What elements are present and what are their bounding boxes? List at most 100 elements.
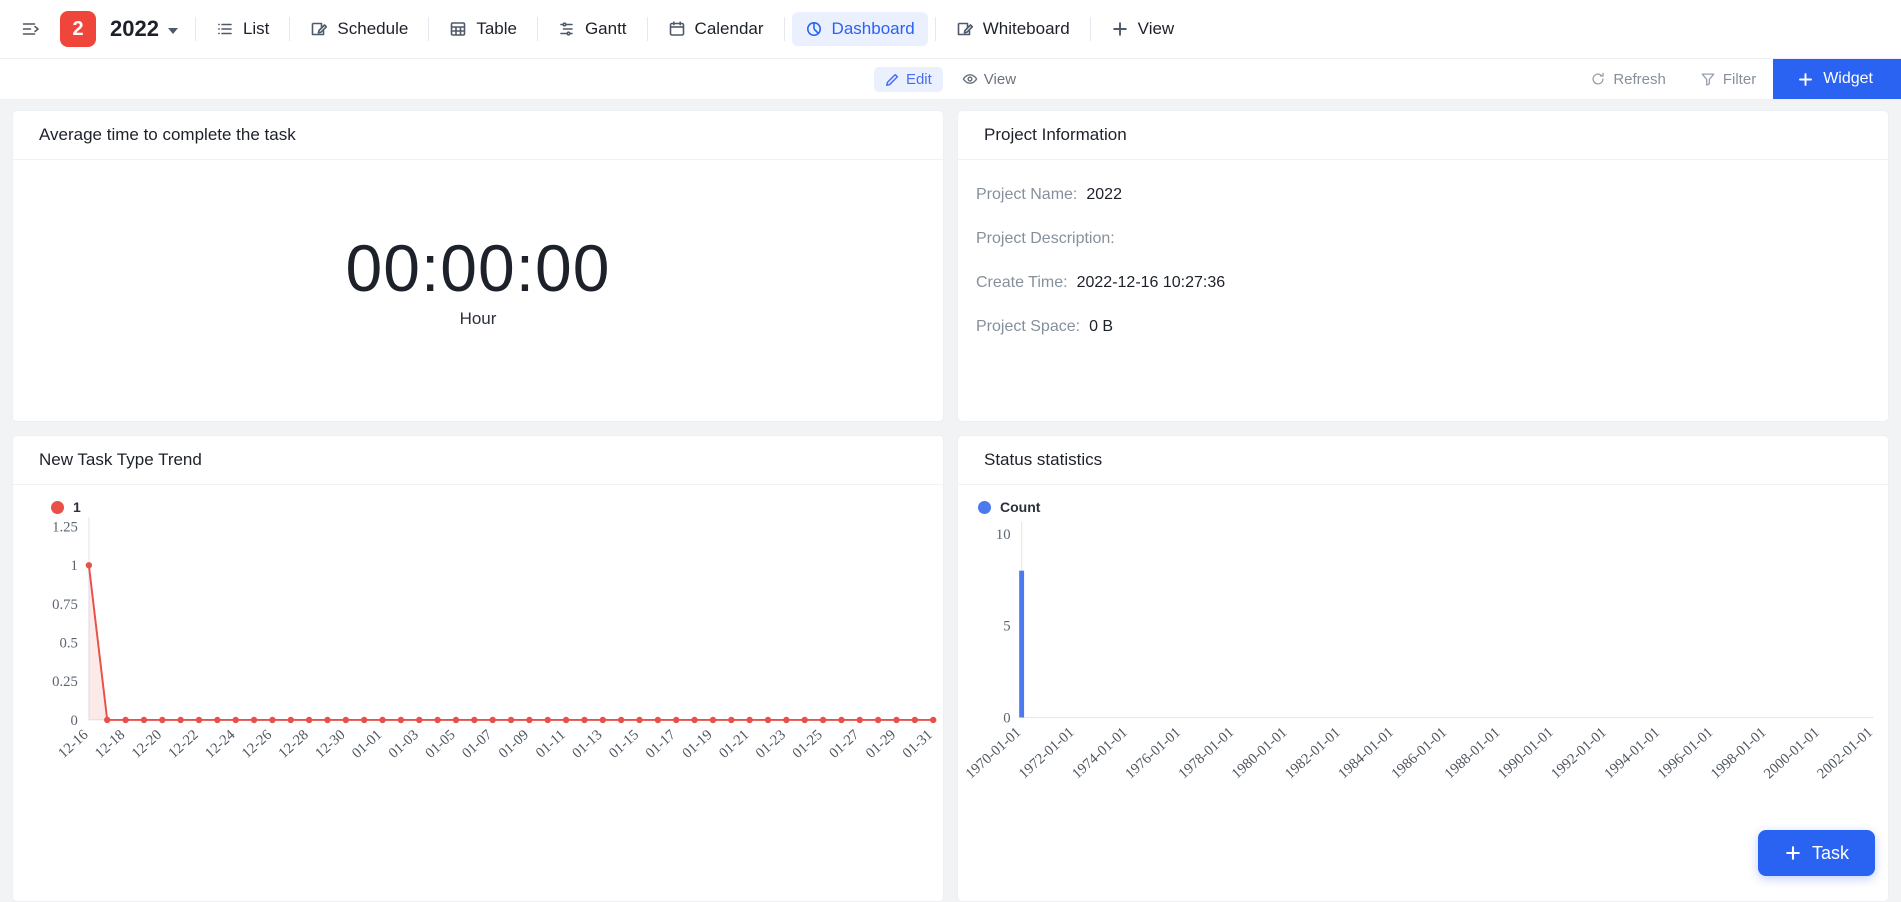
svg-text:12-24: 12-24	[202, 726, 239, 761]
svg-text:01-31: 01-31	[900, 727, 936, 762]
svg-text:1986-01-01: 1986-01-01	[1389, 724, 1451, 782]
widget-body: Project Name: 2022 Project Description: …	[958, 160, 1888, 421]
nav-divider	[428, 17, 429, 41]
nav-item-label: Dashboard	[832, 19, 915, 39]
svg-text:2002-01-01: 2002-01-01	[1814, 724, 1876, 782]
nav-item-label: Gantt	[585, 19, 627, 39]
svg-text:1978-01-01: 1978-01-01	[1176, 724, 1238, 782]
info-value: 2022	[1086, 186, 1122, 204]
svg-text:01-13: 01-13	[569, 727, 605, 762]
bar-chart-canvas[interactable]: 05101970-01-011972-01-011974-01-011976-0…	[958, 485, 1888, 815]
svg-text:0.25: 0.25	[52, 674, 78, 690]
project-info-row: Project Description:	[976, 230, 1888, 248]
refresh-label: Refresh	[1613, 71, 1666, 88]
nav-item-list[interactable]: List	[203, 12, 282, 46]
filter-button[interactable]: Filter	[1683, 59, 1773, 99]
nav-item-gantt[interactable]: Gantt	[545, 12, 640, 46]
svg-text:0: 0	[71, 713, 78, 729]
widget-title: Average time to complete the task	[13, 111, 943, 160]
svg-text:01-11: 01-11	[533, 727, 569, 761]
svg-text:12-26: 12-26	[239, 727, 275, 762]
svg-text:01-21: 01-21	[716, 727, 752, 762]
nav-divider	[1090, 17, 1091, 41]
svg-text:1976-01-01: 1976-01-01	[1122, 724, 1184, 782]
svg-text:01-15: 01-15	[606, 727, 642, 762]
nav-item-label: Table	[476, 19, 517, 39]
svg-text:12-18: 12-18	[92, 727, 128, 762]
svg-text:1984-01-01: 1984-01-01	[1335, 724, 1397, 782]
svg-text:1990-01-01: 1990-01-01	[1495, 724, 1557, 782]
info-label: Create Time:	[976, 274, 1068, 292]
svg-text:1.25: 1.25	[52, 519, 78, 535]
project-badge[interactable]: 2	[60, 11, 96, 47]
project-info-list: Project Name: 2022 Project Description: …	[958, 160, 1888, 336]
svg-text:01-17: 01-17	[643, 727, 679, 762]
svg-text:1994-01-01: 1994-01-01	[1601, 724, 1663, 782]
svg-text:0.75: 0.75	[52, 597, 78, 613]
svg-text:01-09: 01-09	[496, 727, 532, 762]
nav-item-label: List	[243, 19, 269, 39]
info-label: Project Description:	[976, 230, 1115, 248]
add-task-button[interactable]: Task	[1758, 830, 1875, 876]
chevron-down-icon	[168, 28, 178, 34]
average-time-unit: Hour	[460, 309, 497, 329]
widget-title: Project Information	[958, 111, 1888, 160]
nav-item-calendar[interactable]: Calendar	[655, 12, 777, 46]
svg-text:0: 0	[1003, 710, 1010, 726]
edit-mode-label: Edit	[906, 71, 932, 88]
svg-text:1998-01-01: 1998-01-01	[1708, 724, 1770, 782]
nav-item-label: Whiteboard	[983, 19, 1070, 39]
widget-body: 1 00.250.50.7511.2512-1612-1812-2012-221…	[13, 485, 943, 901]
widget-new-task-type-trend: New Task Type Trend 1 00.250.50.7511.251…	[12, 435, 944, 902]
svg-text:12-20: 12-20	[129, 727, 165, 762]
nav-divider	[935, 17, 936, 41]
nav-item-label: View	[1138, 19, 1175, 39]
info-label: Project Space:	[976, 318, 1080, 336]
svg-text:01-01: 01-01	[349, 727, 385, 762]
project-title-dropdown[interactable]: 2022	[110, 16, 178, 42]
widget-project-information: Project Information Project Name: 2022 P…	[957, 110, 1889, 422]
add-task-label: Task	[1812, 843, 1849, 864]
svg-text:12-22: 12-22	[166, 727, 202, 762]
info-value: 2022-12-16 10:27:36	[1077, 274, 1226, 292]
project-info-row: Create Time: 2022-12-16 10:27:36	[976, 274, 1888, 292]
nav-item-dashboard[interactable]: Dashboard	[792, 12, 928, 46]
nav-item-table[interactable]: Table	[436, 12, 530, 46]
svg-text:5: 5	[1003, 619, 1010, 635]
svg-text:0.5: 0.5	[60, 636, 78, 652]
svg-text:12-16: 12-16	[55, 727, 91, 762]
widget-body: Count 05101970-01-011972-01-011974-01-01…	[958, 485, 1888, 901]
svg-text:10: 10	[996, 527, 1011, 543]
svg-text:01-27: 01-27	[826, 727, 862, 762]
add-widget-label: Widget	[1823, 70, 1873, 88]
refresh-button[interactable]: Refresh	[1573, 59, 1683, 99]
add-widget-button[interactable]: Widget	[1773, 59, 1901, 99]
view-mode-button[interactable]: View	[951, 67, 1027, 92]
nav-item-add-view[interactable]: View	[1098, 12, 1188, 46]
top-navigation-bar: 2 2022 List Schedule Table Gantt	[0, 0, 1901, 59]
collapse-sidebar-icon[interactable]	[14, 12, 48, 46]
nav-item-schedule[interactable]: Schedule	[297, 12, 421, 46]
svg-text:01-07: 01-07	[459, 727, 495, 762]
toolbar-actions: Refresh Filter Widget	[1573, 59, 1901, 99]
filter-label: Filter	[1723, 71, 1756, 88]
nav-item-label: Schedule	[337, 19, 408, 39]
svg-text:1: 1	[71, 558, 78, 574]
edit-mode-button[interactable]: Edit	[874, 67, 943, 92]
dashboard-grid: Average time to complete the task 00:00:…	[0, 100, 1901, 902]
svg-text:01-29: 01-29	[863, 727, 899, 762]
nav-item-whiteboard[interactable]: Whiteboard	[943, 12, 1083, 46]
nav-divider	[289, 17, 290, 41]
svg-text:01-19: 01-19	[679, 727, 715, 762]
svg-text:1970-01-01: 1970-01-01	[963, 724, 1025, 782]
svg-text:1982-01-01: 1982-01-01	[1282, 724, 1344, 782]
svg-text:1992-01-01: 1992-01-01	[1548, 724, 1610, 782]
dashboard-toolbar: Edit View Refresh Filter Widget	[0, 59, 1901, 100]
nav-item-label: Calendar	[695, 19, 764, 39]
info-label: Project Name:	[976, 186, 1077, 204]
svg-text:1996-01-01: 1996-01-01	[1655, 724, 1717, 782]
line-chart-canvas[interactable]: 00.250.50.7511.2512-1612-1812-2012-2212-…	[13, 485, 943, 815]
view-mode-label: View	[984, 71, 1016, 88]
project-info-row: Project Name: 2022	[976, 186, 1888, 204]
svg-text:01-23: 01-23	[753, 727, 789, 762]
